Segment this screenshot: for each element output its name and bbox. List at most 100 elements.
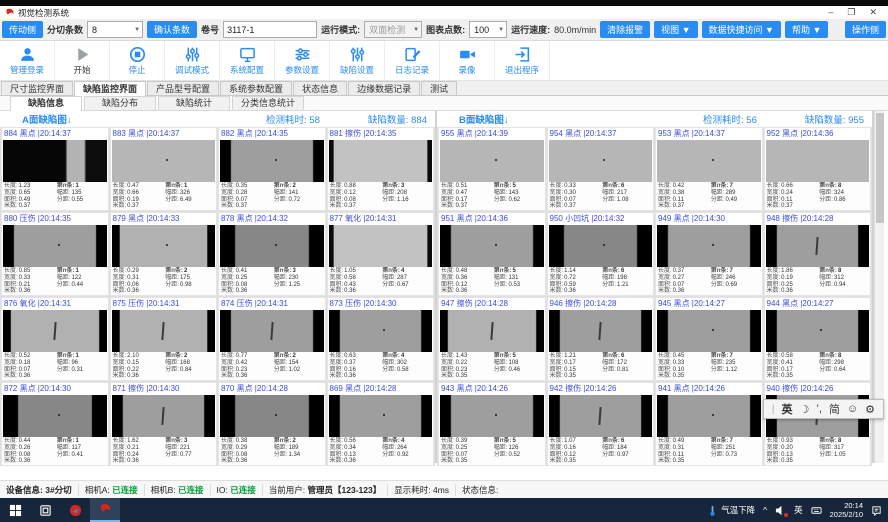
weather-widget[interactable]: 气温下降 bbox=[707, 504, 755, 516]
ime-language-toggle[interactable]: 英 bbox=[782, 401, 793, 417]
defect-cell-954[interactable]: 954 黑点 |20:14:37长度:0.33宽度:0.30面积:0.07米数:… bbox=[547, 127, 655, 211]
subtab-1[interactable]: 缺陷分布 bbox=[84, 96, 156, 110]
subtab-2[interactable]: 缺陷统计 bbox=[158, 96, 230, 110]
defect-cell-942[interactable]: 942 擦伤 |20:14:26长度:1.07宽度:0.16面积:0.12米数:… bbox=[547, 382, 655, 466]
clock-widget[interactable]: 20:14 2025/2/10 bbox=[830, 501, 863, 520]
ime-drag-handle[interactable]: | bbox=[772, 404, 775, 415]
data-quick-access-menu-button[interactable]: 数据快捷访问 ▼ bbox=[702, 21, 781, 38]
defect-stats: 长度:0.37宽度:0.27面积:0.07米数:0.36第n条:7幅距:246分… bbox=[656, 267, 762, 295]
defect-cell-949[interactable]: 949 黑点 |20:14:30长度:0.37宽度:0.27面积:0.07米数:… bbox=[655, 212, 763, 296]
start-button[interactable] bbox=[0, 498, 30, 522]
toolbar-button-debug[interactable]: 调试模式 bbox=[165, 41, 220, 80]
taskbar-app-inspection-system[interactable] bbox=[90, 498, 120, 522]
tab-0[interactable]: 尺寸监控界面 bbox=[1, 81, 73, 95]
defect-cell-878[interactable]: 878 黑点 |20:14:32长度:0.41宽度:0.25面积:0.08米数:… bbox=[218, 212, 326, 296]
defect-cell-870[interactable]: 870 黑点 |20:14:28长度:0.38宽度:0.29面积:0.08米数:… bbox=[218, 382, 326, 466]
defect-cell-952[interactable]: 952 黑点 |20:14:36长度:0.66宽度:0.24面积:0.11米数:… bbox=[764, 127, 872, 211]
confirm-count-button[interactable]: 确认条数 bbox=[147, 21, 197, 38]
defect-cell-953[interactable]: 953 黑点 |20:14:37长度:0.42宽度:0.38面积:0.11米数:… bbox=[655, 127, 763, 211]
gear-icon[interactable]: ⚙ bbox=[865, 403, 875, 416]
maximize-button[interactable]: ❐ bbox=[847, 6, 855, 19]
subtab-3[interactable]: 分类信息统计 bbox=[232, 96, 304, 110]
defect-cell-955[interactable]: 955 黑点 |20:14:39长度:0.51宽度:0.47面积:0.17米数:… bbox=[438, 127, 546, 211]
defect-image bbox=[766, 225, 870, 268]
toolbar-button-monitor[interactable]: 系统配置 bbox=[220, 41, 275, 80]
punctuation-toggle[interactable]: ’, bbox=[816, 403, 822, 415]
keyboard-icon[interactable] bbox=[811, 505, 822, 516]
toolbar-button-exit[interactable]: 退出程序 bbox=[495, 41, 550, 80]
toolbar-button-user[interactable]: 管理登录 bbox=[0, 41, 55, 80]
slit-count-select[interactable]: 8▼ bbox=[87, 21, 143, 38]
toolbar-button-log[interactable]: 日志记录 bbox=[385, 41, 440, 80]
defect-cell-948[interactable]: 948 擦伤 |20:14:28长度:1.86宽度:0.19面积:0.25米数:… bbox=[764, 212, 872, 296]
defect-cell-869[interactable]: 869 黑点 |20:14:28长度:0.56宽度:0.34面积:0.13米数:… bbox=[327, 382, 435, 466]
notification-center-icon[interactable] bbox=[871, 505, 882, 516]
view-menu-button[interactable]: 视图 ▼ bbox=[654, 21, 697, 38]
defect-cell-876[interactable]: 876 氧化 |20:14:31长度:0.52宽度:0.18面积:0.07米数:… bbox=[1, 297, 109, 381]
defect-cell-873[interactable]: 873 压伤 |20:14:30长度:0.63宽度:0.37面积:0.16米数:… bbox=[327, 297, 435, 381]
toolbar-button-play[interactable]: 开始 bbox=[55, 41, 110, 80]
defect-image bbox=[112, 140, 216, 183]
tab-2[interactable]: 产品型号配置 bbox=[147, 81, 219, 95]
help-menu-button[interactable]: 帮助 ▼ bbox=[785, 21, 828, 38]
tab-6[interactable]: 测试 bbox=[421, 81, 457, 95]
tab-1[interactable]: 缺陷监控界面 bbox=[74, 81, 146, 96]
defect-cell-943[interactable]: 943 黑点 |20:14:26长度:0.39宽度:0.25面积:0.07米数:… bbox=[438, 382, 546, 466]
defect-cell-950[interactable]: 950 小凹坑 |20:14:32长度:1.14宽度:0.72面积:0.59米数… bbox=[547, 212, 655, 296]
toolbar-button-label: 退出程序 bbox=[505, 64, 539, 76]
defect-cell-877[interactable]: 877 氧化 |20:14:31长度:1.05宽度:0.58面积:0.43米数:… bbox=[327, 212, 435, 296]
defect-image bbox=[329, 310, 433, 353]
defect-stats: 长度:0.48宽度:0.36面积:0.12米数:0.36第n条:5幅距:131分… bbox=[439, 267, 545, 295]
defect-cell-881[interactable]: 881 擦伤 |20:14:35长度:0.88宽度:0.12面积:0.08米数:… bbox=[327, 127, 435, 211]
volume-icon[interactable] bbox=[775, 505, 786, 516]
defect-cell-880[interactable]: 880 压伤 |20:14:35长度:0.85宽度:0.33面积:0.21米数:… bbox=[1, 212, 109, 296]
defect-cell-874[interactable]: 874 压伤 |20:14:31长度:0.77宽度:0.42面积:0.23米数:… bbox=[218, 297, 326, 381]
defect-cell-884[interactable]: 884 黑点 |20:14:37长度:1.23宽度:0.65面积:0.49米数:… bbox=[1, 127, 109, 211]
tab-3[interactable]: 系统参数配置 bbox=[220, 81, 292, 95]
defect-cell-947[interactable]: 947 擦伤 |20:14:28长度:1.43宽度:0.22面积:0.23米数:… bbox=[438, 297, 546, 381]
ime-language-indicator[interactable]: 英 bbox=[794, 504, 803, 516]
camera-b-status: 已连接 bbox=[178, 485, 204, 495]
tray-expand-button[interactable]: ^ bbox=[763, 505, 767, 515]
defect-cell-872[interactable]: 872 黑点 |20:14:30长度:0.44宽度:0.26面积:0.08米数:… bbox=[1, 382, 109, 466]
minimize-button[interactable]: – bbox=[828, 6, 833, 19]
defect-cell-946[interactable]: 946 擦伤 |20:14:28长度:1.21宽度:0.17面积:0.15米数:… bbox=[547, 297, 655, 381]
defect-cell-header: 870 黑点 |20:14:28 bbox=[219, 383, 325, 395]
defect-cell-871[interactable]: 871 擦伤 |20:14:30长度:1.62宽度:0.21面积:0.24米数:… bbox=[110, 382, 218, 466]
defect-image bbox=[440, 225, 544, 268]
operator-side-button[interactable]: 操作侧 bbox=[845, 21, 886, 38]
simplified-chinese-toggle[interactable]: 简 bbox=[829, 401, 840, 417]
defect-cell-879[interactable]: 879 黑点 |20:14:33长度:0.29宽度:0.31面积:0.06米数:… bbox=[110, 212, 218, 296]
defect-cell-940[interactable]: 940 擦伤 |20:14:26长度:0.93宽度:0.20面积:0.13米数:… bbox=[764, 382, 872, 466]
roll-number-label: 卷号 bbox=[201, 23, 219, 36]
moon-icon[interactable]: ☽ bbox=[800, 403, 810, 416]
defect-cell-header: 872 黑点 |20:14:30 bbox=[2, 383, 108, 395]
toolbar-button-params[interactable]: 参数设置 bbox=[275, 41, 330, 80]
emoji-icon[interactable]: ☺ bbox=[847, 403, 858, 415]
defect-cell-941[interactable]: 941 黑点 |20:14:26长度:0.49宽度:0.31面积:0.11米数:… bbox=[655, 382, 763, 466]
roll-number-input[interactable] bbox=[223, 21, 317, 38]
task-view-button[interactable] bbox=[30, 498, 60, 522]
subtab-0[interactable]: 缺陷信息 bbox=[10, 96, 82, 111]
tab-5[interactable]: 边缘数据记录 bbox=[348, 81, 420, 95]
defect-cell-944[interactable]: 944 黑点 |20:14:27长度:0.58宽度:0.41面积:0.17米数:… bbox=[764, 297, 872, 381]
clear-alarm-button[interactable]: 清除报警 bbox=[600, 21, 650, 38]
defect-image bbox=[549, 225, 653, 268]
defect-cell-882[interactable]: 882 黑点 |20:14:35长度:0.35宽度:0.28面积:0.07米数:… bbox=[218, 127, 326, 211]
close-button[interactable]: ✕ bbox=[869, 6, 877, 19]
taskbar-app-red-browser[interactable] bbox=[60, 498, 90, 522]
toolbar-button-stop[interactable]: 停止 bbox=[110, 41, 165, 80]
defect-cell-951[interactable]: 951 黑点 |20:14:36长度:0.48宽度:0.36面积:0.12米数:… bbox=[438, 212, 546, 296]
drive-side-button[interactable]: 传动侧 bbox=[2, 21, 43, 38]
device-info-label: 设备信息: bbox=[6, 485, 43, 495]
defect-cell-875[interactable]: 875 压伤 |20:14:31长度:2.10宽度:0.15面积:0.22米数:… bbox=[110, 297, 218, 381]
run-mode-select[interactable]: 双面检测▼ bbox=[364, 21, 422, 38]
toolbar-button-camera[interactable]: 录像 bbox=[440, 41, 495, 80]
scrollbar-thumb[interactable] bbox=[876, 113, 884, 223]
toolbar-button-defect[interactable]: 缺陷设置 bbox=[330, 41, 385, 80]
defect-cell-883[interactable]: 883 黑点 |20:14:37长度:0.47宽度:0.66面积:0.19米数:… bbox=[110, 127, 218, 211]
defect-cell-945[interactable]: 945 黑点 |20:14:27长度:0.45宽度:0.33面积:0.10米数:… bbox=[655, 297, 763, 381]
chart-points-select[interactable]: 100▼ bbox=[469, 21, 507, 38]
tab-4[interactable]: 状态信息 bbox=[293, 81, 347, 95]
defect-panel-a: A面缺陷图↓检测耗时: 58缺陷数量: 884884 黑点 |20:14:37长… bbox=[0, 111, 437, 463]
